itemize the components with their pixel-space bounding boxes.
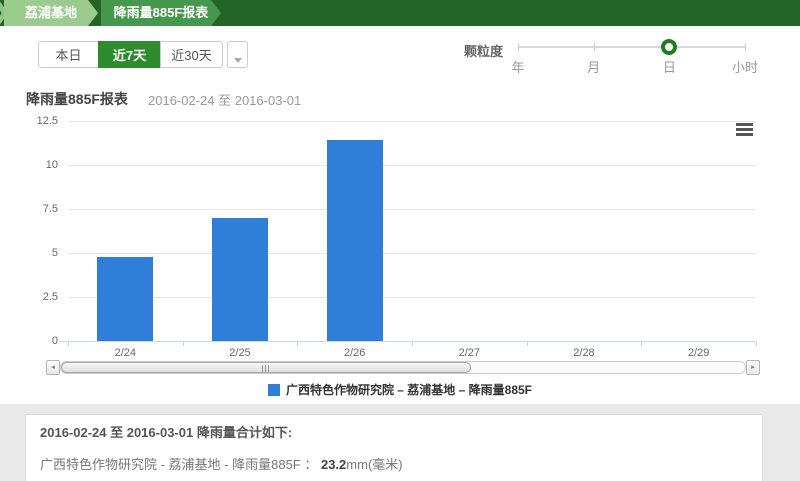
summary-entry-value: 23.2 — [321, 457, 346, 472]
chart-export-menu-icon[interactable] — [736, 123, 753, 136]
gridline — [68, 121, 756, 122]
x-axis-label: 2/26 — [297, 347, 412, 359]
x-axis-tick — [756, 342, 757, 346]
y-axis-label: 2.5 — [16, 291, 58, 303]
legend-swatch-icon — [268, 384, 280, 396]
y-axis-label: 7.5 — [16, 203, 58, 215]
page: 荔浦基地 降雨量885F报表 本日 近7天 近30天 颗粒度 年月日小时 降雨量… — [0, 0, 800, 481]
y-axis-label: 0 — [16, 335, 58, 347]
scrollbar-left-arrow-icon[interactable]: ◂ — [46, 360, 60, 375]
x-axis-line — [59, 341, 756, 342]
granularity-slider-handle[interactable] — [661, 39, 677, 55]
x-axis-label: 2/27 — [412, 347, 527, 359]
summary-region: 2016-02-24 至 2016-03-01 降雨量合计如下: 广西特色作物研… — [0, 404, 800, 481]
scrollbar-right-arrow-icon[interactable]: ▸ — [746, 360, 760, 375]
scrollbar-grip-icon — [262, 365, 270, 372]
summary-heading: 2016-02-24 至 2016-03-01 降雨量合计如下: — [40, 424, 762, 442]
range-button-7days[interactable]: 近7天 — [98, 41, 161, 68]
chart-legend-item[interactable]: 广西特色作物研究院 – 荔浦基地 – 降雨量885F — [0, 381, 800, 398]
x-axis-label: 2/25 — [183, 347, 298, 359]
slider-tick — [594, 43, 595, 51]
summary-line: 广西特色作物研究院 - 荔浦基地 - 降雨量885F ： 23.2mm(毫米) — [40, 454, 762, 473]
slider-tick — [518, 43, 519, 51]
summary-box: 2016-02-24 至 2016-03-01 降雨量合计如下: 广西特色作物研… — [25, 414, 763, 481]
slider-option-小时[interactable]: 小时 — [715, 57, 775, 76]
x-axis-tick — [641, 342, 642, 346]
bar-2/24[interactable] — [97, 257, 153, 341]
gridline — [68, 297, 756, 298]
bar-2/26[interactable] — [327, 140, 383, 341]
range-dropdown-button[interactable] — [227, 41, 248, 68]
x-axis-label: 2/24 — [68, 347, 183, 359]
gridline — [68, 209, 756, 210]
y-axis-label: 12.5 — [16, 115, 58, 127]
slider-tick — [745, 43, 746, 51]
breadcrumb: 荔浦基地 降雨量885F报表 — [0, 0, 800, 26]
x-axis-tick — [527, 342, 528, 346]
x-axis-tick — [68, 342, 69, 346]
summary-entry-prefix: 广西特色作物研究院 - 荔浦基地 - 降雨量885F ： — [40, 457, 321, 472]
breadcrumb-item-base-label: 荔浦基地 — [25, 5, 77, 20]
slider-option-月[interactable]: 月 — [564, 57, 624, 76]
x-axis-label: 2/28 — [527, 347, 642, 359]
range-button-30days[interactable]: 近30天 — [160, 41, 223, 68]
breadcrumb-item-report-label: 降雨量885F报表 — [114, 5, 209, 20]
scrollbar-thumb[interactable] — [61, 362, 471, 373]
range-button-today[interactable]: 本日 — [38, 41, 99, 68]
slider-option-年[interactable]: 年 — [488, 57, 548, 76]
gridline — [68, 165, 756, 166]
x-axis-tick — [297, 342, 298, 346]
y-axis-label: 10 — [16, 159, 58, 171]
gridline — [68, 253, 756, 254]
x-axis-tick — [412, 342, 413, 346]
scrollbar-track[interactable] — [60, 361, 746, 374]
granularity-slider-track[interactable] — [518, 46, 745, 48]
x-axis-label: 2/29 — [641, 347, 756, 359]
chart-scrollbar[interactable]: ◂ ▸ — [46, 360, 760, 375]
caret-down-icon — [234, 58, 242, 63]
legend-label: 广西特色作物研究院 – 荔浦基地 – 降雨量885F — [286, 381, 532, 398]
chart-title: 降雨量885F报表 — [26, 89, 128, 109]
rainfall-bar-chart: 0 2.5 5 7.5 10 12.5 2/242/252/262/272/282/29 — [0, 107, 800, 360]
x-axis-tick — [183, 342, 184, 346]
bar-2/25[interactable] — [212, 218, 268, 341]
breadcrumb-item-base[interactable]: 荔浦基地 — [4, 0, 98, 26]
breadcrumb-item-report[interactable]: 降雨量885F报表 — [101, 0, 221, 26]
y-axis-label: 5 — [16, 247, 58, 259]
summary-entry-unit: mm(毫米) — [346, 457, 402, 472]
slider-option-日[interactable]: 日 — [639, 57, 699, 76]
